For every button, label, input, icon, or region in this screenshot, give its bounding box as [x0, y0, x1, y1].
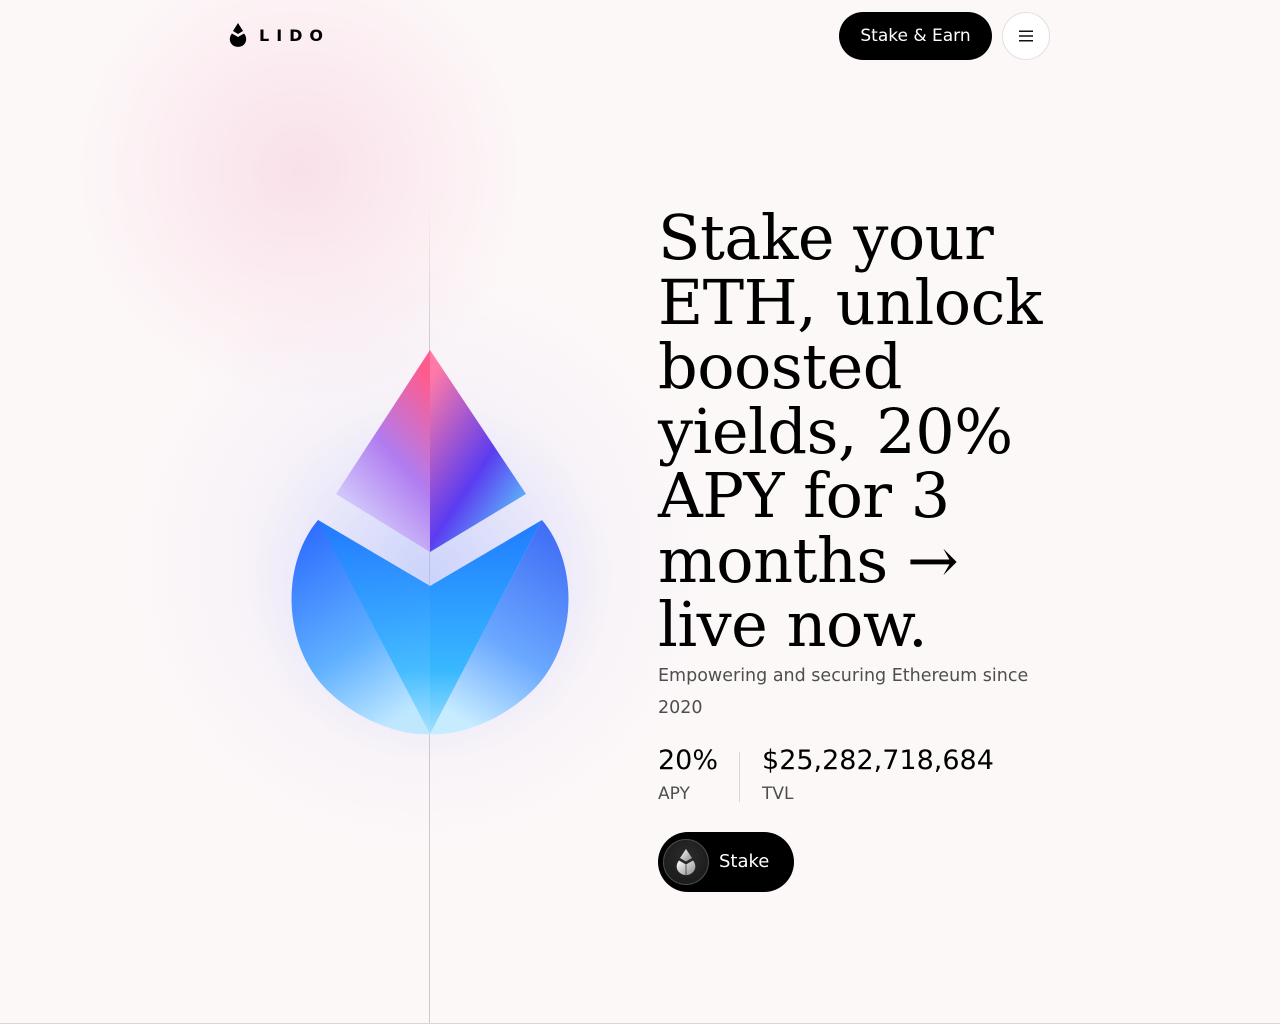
landing-page: LIDO Stake & Earn Stake your ETH, unlock…: [0, 0, 1280, 1024]
hero-headline: Stake your ETH, unlock boosted yields, 2…: [658, 201, 1042, 661]
logo-text: LIDO: [259, 25, 331, 45]
stake-and-earn-button[interactable]: Stake & Earn: [839, 12, 992, 60]
steth-drop-icon: [663, 838, 709, 885]
stat-tvl: $25,282,718,684 TVL: [762, 744, 994, 806]
hero-content: Stake your ETH, unlock boosted yields, 2…: [658, 201, 1078, 892]
apy-label: APY: [658, 783, 690, 804]
lido-logo[interactable]: LIDO: [229, 22, 330, 48]
stake-button[interactable]: Stake: [658, 831, 794, 892]
steth-drop-glyph: [676, 848, 696, 875]
stake-button-label: Stake: [719, 851, 770, 872]
lido-drop-illustration: [291, 350, 569, 735]
tvl-value: $25,282,718,684: [762, 744, 994, 776]
tvl-label: TVL: [762, 783, 794, 804]
hero-subtitle: Empowering and securing Ethereum since 2…: [658, 665, 1029, 718]
menu-button[interactable]: [1002, 12, 1050, 60]
stats-divider: [739, 751, 741, 802]
lido-drop-icon: [229, 23, 247, 47]
stat-apy: 20% APY: [658, 744, 718, 806]
apy-value: 20%: [658, 744, 719, 776]
hamburger-menu-icon: [1019, 30, 1033, 42]
stats-row: 20% APY $25,282,718,684 TVL: [658, 744, 1078, 806]
